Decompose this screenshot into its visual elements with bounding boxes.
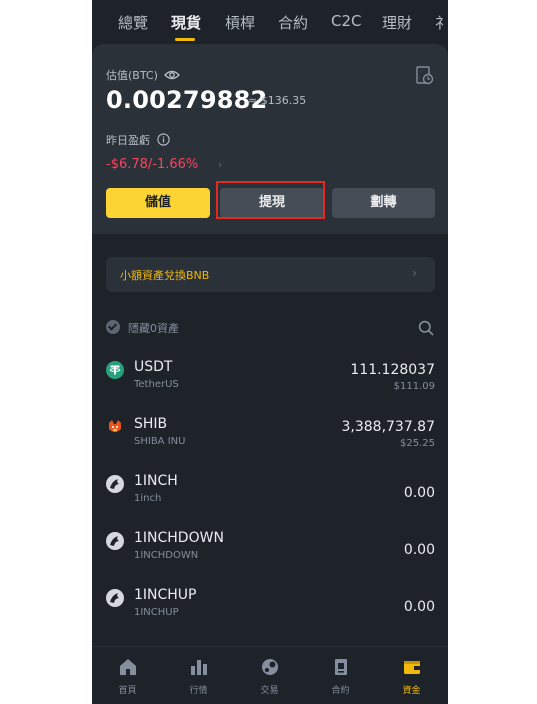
pnl-value[interactable]: -$6.78/-1.66%: [106, 157, 198, 172]
shib-icon: [106, 418, 124, 436]
home-icon: [118, 657, 138, 677]
asset-symbol: SHIB: [134, 416, 168, 432]
asset-symbol: 1INCHUP: [134, 587, 197, 603]
tab-overview[interactable]: 總覽: [118, 12, 148, 33]
wallet-tab-bar: 總覽 現貨 槓桿 合約 C2C 理財 礻: [92, 0, 448, 44]
tab-more[interactable]: 礻: [435, 12, 448, 33]
asset-name: 1INCHDOWN: [134, 550, 199, 561]
checkbox-icon[interactable]: [106, 320, 120, 334]
tether-icon: [106, 361, 124, 379]
tab-earn[interactable]: 理財: [382, 12, 412, 33]
pnl-label: 昨日盈虧: [106, 134, 150, 147]
asset-row-1inchup[interactable]: 1INCHUP 1INCHUP 0.00: [92, 587, 448, 644]
btc-balance: 0.00279882: [106, 86, 268, 114]
banner-chevron-icon: ›: [412, 266, 417, 280]
nav-markets[interactable]: 行情: [163, 647, 234, 704]
asset-symbol: 1INCHDOWN: [134, 530, 224, 546]
futures-icon: [331, 657, 351, 677]
asset-amount: 0.00: [403, 485, 435, 501]
1inch-icon: [106, 532, 124, 550]
nav-label: 合約: [331, 686, 350, 696]
asset-row-usdt[interactable]: USDT TetherUS 111.128037 $111.09: [92, 359, 448, 416]
tab-spot[interactable]: 現貨: [171, 12, 201, 33]
tab-margin[interactable]: 槓桿: [225, 12, 255, 33]
nav-trade[interactable]: 交易: [234, 647, 305, 704]
asset-row-shib[interactable]: SHIB SHIBA INU 3,388,737.87 $25.25: [92, 416, 448, 473]
nav-label: 資金: [402, 686, 421, 696]
asset-name: SHIBA INU: [134, 436, 186, 447]
info-icon[interactable]: [157, 131, 170, 146]
tab-c2c[interactable]: C2C: [331, 12, 362, 30]
withdraw-button[interactable]: 提現: [220, 188, 324, 218]
asset-amount: 0.00: [403, 599, 435, 615]
wallet-icon: [402, 657, 422, 677]
deposit-button[interactable]: 儲值: [106, 188, 210, 218]
asset-amount: 3,388,737.87: [341, 419, 435, 435]
markets-icon: [189, 657, 209, 677]
search-icon[interactable]: [418, 320, 434, 336]
banner-text: 小額資產兌換BNB: [120, 269, 210, 282]
asset-row-1inch[interactable]: 1INCH 1inch 0.00: [92, 473, 448, 530]
eye-icon[interactable]: [164, 66, 180, 80]
trade-icon: [260, 657, 280, 677]
pnl-chevron-icon[interactable]: ›: [218, 158, 222, 171]
1inch-icon: [106, 589, 124, 607]
transfer-button[interactable]: 劃轉: [332, 188, 435, 218]
nav-futures[interactable]: 合約: [305, 647, 376, 704]
hide-zero-label: 隱藏0資產: [128, 322, 179, 335]
convert-small-assets-banner[interactable]: 小額資產兌換BNB ›: [106, 257, 435, 292]
asset-symbol: USDT: [134, 359, 173, 375]
asset-row-1inchdown[interactable]: 1INCHDOWN 1INCHDOWN 0.00: [92, 530, 448, 587]
active-tab-indicator: [175, 38, 195, 41]
asset-symbol: 1INCH: [134, 473, 178, 489]
tab-futures[interactable]: 合約: [278, 12, 308, 33]
asset-amount: 0.00: [403, 542, 435, 558]
usd-balance: ≈ $136.35: [248, 94, 307, 107]
nav-label: 首頁: [118, 686, 137, 696]
wallet-screen: 總覽 現貨 槓桿 合約 C2C 理財 礻 估值(BTC) 0.00279882 …: [92, 0, 448, 704]
asset-name: 1inch: [134, 493, 162, 504]
history-icon[interactable]: [416, 66, 434, 86]
nav-label: 行情: [189, 686, 208, 696]
estimate-label: 估值(BTC): [106, 69, 158, 82]
nav-home[interactable]: 首頁: [92, 647, 163, 704]
nav-label: 交易: [260, 686, 279, 696]
asset-amount: 111.128037: [350, 362, 435, 378]
asset-name: 1INCHUP: [134, 607, 179, 618]
bottom-nav: 首頁 行情 交易 合約 資金: [92, 646, 448, 704]
1inch-icon: [106, 475, 124, 493]
asset-name: TetherUS: [134, 379, 179, 390]
asset-usd-value: $25.25: [400, 438, 435, 449]
asset-usd-value: $111.09: [393, 381, 435, 392]
nav-wallet[interactable]: 資金: [376, 647, 447, 704]
